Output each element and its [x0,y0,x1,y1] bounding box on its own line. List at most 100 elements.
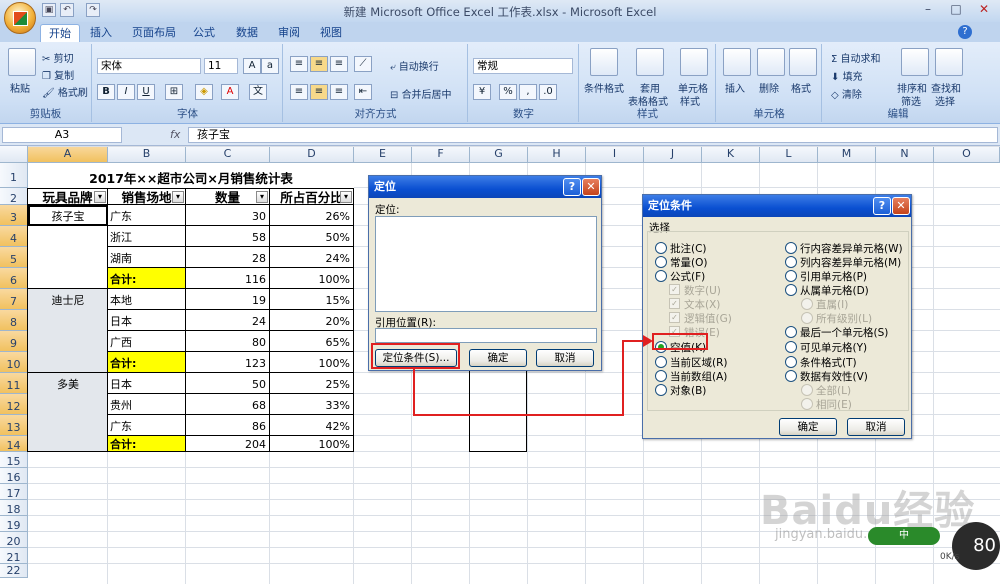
quantity-cell[interactable]: 24 [186,310,269,331]
quantity-cell[interactable]: 80 [186,331,269,352]
option-label-right[interactable]: 最后一个单元格(S) [800,325,888,340]
cell-styles-icon[interactable] [680,48,708,76]
row-header-8[interactable]: 8 [0,310,28,331]
location-cell[interactable]: 浙江 [108,226,185,247]
percent-cell[interactable]: 50% [270,226,353,247]
quantity-cell[interactable]: 123 [186,352,269,373]
maximize-icon[interactable]: □ [942,0,970,18]
filter-dropdown-icon[interactable]: ▾ [172,191,184,203]
row-header-19[interactable]: 19 [0,516,28,532]
tab-insert[interactable]: 插入 [82,24,120,42]
column-header-c[interactable]: C [186,146,270,163]
tab-home[interactable]: 开始 [40,24,80,42]
column-header-l[interactable]: L [760,146,818,163]
row-header-2[interactable]: 2 [0,188,28,205]
format-cells-icon[interactable] [789,48,817,76]
quantity-cell[interactable]: 30 [186,205,269,226]
bold-button[interactable]: B [97,84,115,100]
tab-view[interactable]: 视图 [312,24,350,42]
option-label-right[interactable]: 从属单元格(D) [800,283,869,298]
special-help-icon[interactable]: ? [873,197,891,215]
phonetic-icon[interactable]: 文 [249,84,267,100]
radio-right-8[interactable] [785,356,797,368]
radio-8[interactable] [655,356,667,368]
option-label-right[interactable]: 相同(E) [816,397,852,412]
row-header-5[interactable]: 5 [0,247,28,268]
quantity-cell[interactable]: 58 [186,226,269,247]
insert-function-icon[interactable]: fx [170,128,180,141]
option-label-right[interactable]: 条件格式(T) [800,355,857,370]
format-cells-button[interactable]: 格式 [791,80,811,95]
borders-icon[interactable]: ⊞ [165,84,183,100]
tab-review[interactable]: 审阅 [270,24,308,42]
name-box[interactable]: A3 [2,127,122,143]
grow-font-icon[interactable]: A [243,58,261,74]
radio-right-6[interactable] [785,326,797,338]
option-label-left[interactable]: 常量(O) [670,255,707,270]
paste-button[interactable]: 粘贴 [10,80,30,95]
row-header-3[interactable]: 3 [0,205,28,226]
percent-cell[interactable]: 15% [270,289,353,310]
delete-cells-icon[interactable] [757,48,785,76]
option-label-right[interactable]: 行内容差异单元格(W) [800,241,903,256]
location-cell[interactable]: 湖南 [108,247,185,268]
tab-data[interactable]: 数据 [228,24,266,42]
tab-formulas[interactable]: 公式 [185,24,223,42]
format-as-table-icon[interactable] [636,48,664,76]
font-size-select[interactable]: 11 [204,58,238,74]
merge-center-button[interactable]: ⊟ 合并后居中 [390,86,452,101]
minimize-icon[interactable]: – [914,0,942,18]
column-header-i[interactable]: I [586,146,644,163]
save-icon[interactable]: ▣ [42,3,56,17]
option-label-right[interactable]: 可见单元格(Y) [800,340,867,355]
option-label-left[interactable]: 当前区域(R) [670,355,728,370]
help-icon[interactable]: ? [958,25,972,39]
option-label-right[interactable]: 直属(I) [816,297,848,312]
total-label-cell[interactable]: 合计: [108,436,185,452]
select-all-corner[interactable] [0,146,28,163]
align-top-icon[interactable]: ≡ [290,56,308,72]
row-header-21[interactable]: 21 [0,548,28,564]
column-header-m[interactable]: M [818,146,876,163]
sort-filter-icon[interactable] [901,48,929,76]
row-header-11[interactable]: 11 [0,373,28,394]
conditional-format-button[interactable]: 条件格式 [584,80,624,95]
row-header-18[interactable]: 18 [0,500,28,516]
delete-cells-button[interactable]: 删除 [759,80,779,95]
align-middle-icon[interactable]: ≡ [310,56,328,72]
undo-icon[interactable]: ↶ [60,3,74,17]
percent-button[interactable]: % [499,84,517,100]
column-header-a[interactable]: A [28,146,108,163]
font-name-select[interactable]: 宋体 [97,58,201,74]
font-color-icon[interactable]: A [221,84,239,100]
quantity-cell[interactable]: 116 [186,268,269,289]
option-label-right[interactable]: 所有级别(L) [816,311,872,326]
location-cell[interactable]: 本地 [108,289,185,310]
row-header-6[interactable]: 6 [0,268,28,289]
row-header-14[interactable]: 14 [0,436,28,452]
filter-dropdown-icon[interactable]: ▾ [94,191,106,203]
option-label-right[interactable]: 引用单元格(P) [800,269,867,284]
quantity-cell[interactable]: 86 [186,415,269,436]
percent-cell[interactable]: 100% [270,268,353,289]
location-cell[interactable]: 广东 [108,205,185,226]
option-label-left[interactable]: 对象(B) [670,383,706,398]
tab-page-layout[interactable]: 页面布局 [124,24,184,42]
number-format-select[interactable]: 常规 [473,58,573,74]
insert-cells-button[interactable]: 插入 [725,80,745,95]
row-header-17[interactable]: 17 [0,484,28,500]
brand-cell[interactable]: 多美 [28,373,108,452]
option-label-left[interactable]: 文本(X) [684,297,720,312]
option-label-right[interactable]: 数据有效性(V) [800,369,868,384]
row-header-9[interactable]: 9 [0,331,28,352]
column-header-d[interactable]: D [270,146,354,163]
align-right-icon[interactable]: ≡ [330,84,348,100]
row-header-15[interactable]: 15 [0,452,28,468]
radio-right-2[interactable] [785,270,797,282]
orientation-icon[interactable]: ⟋ [354,56,372,72]
option-label-left[interactable]: 当前数组(A) [670,369,727,384]
option-label-left[interactable]: 公式(F) [670,269,705,284]
location-cell[interactable]: 贵州 [108,394,185,415]
location-cell[interactable]: 广东 [108,415,185,436]
column-header-h[interactable]: H [528,146,586,163]
